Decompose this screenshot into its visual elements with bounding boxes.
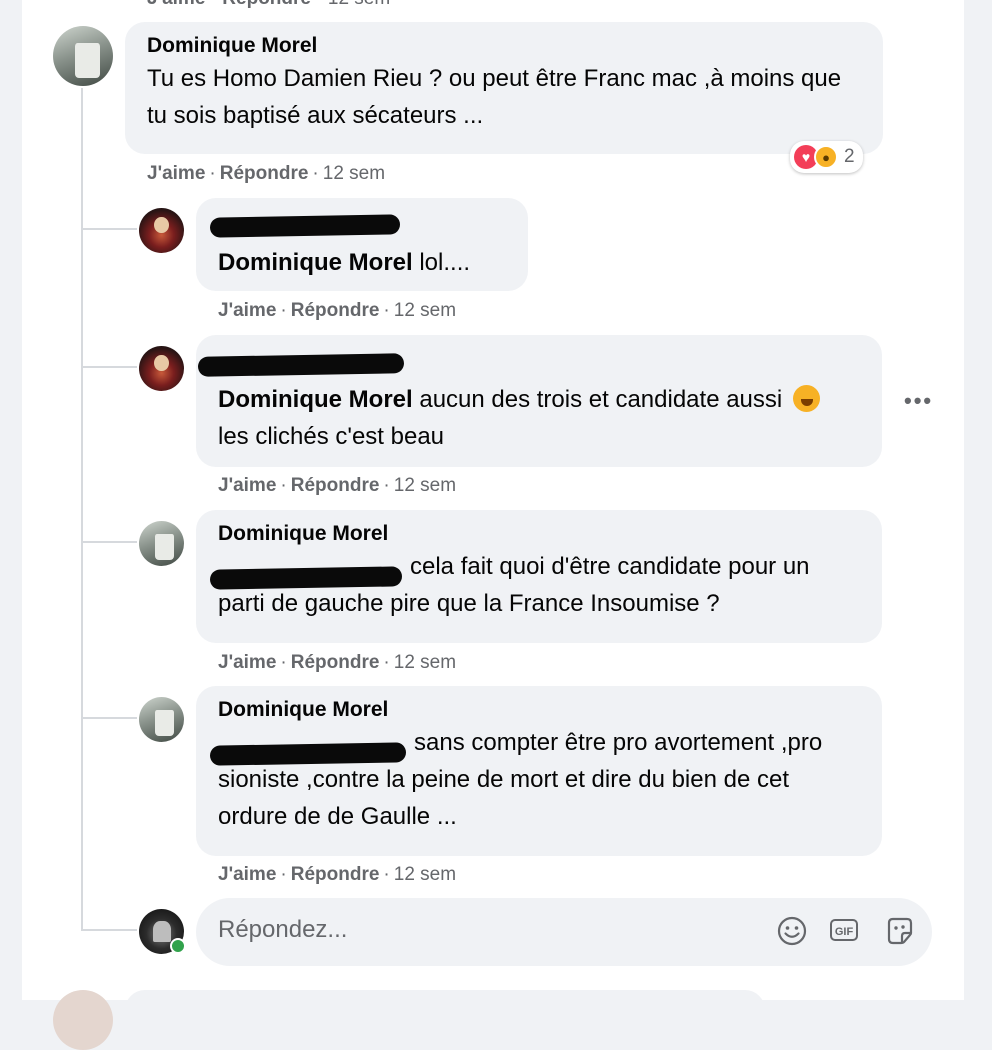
reply-bubble: Dominique Morel cela fait quoi d'être ca… — [196, 510, 882, 643]
timestamp: 12 sem — [393, 652, 457, 673]
reply-author[interactable]: Dominique Morel — [218, 696, 860, 724]
avatar[interactable] — [139, 208, 184, 253]
mention-link[interactable]: Dominique Morel — [218, 386, 413, 413]
reply-actions: J'aime · Répondre · 12 sem — [218, 652, 457, 673]
reply-link[interactable]: Répondre — [222, 0, 311, 9]
avatar[interactable] — [139, 697, 184, 742]
redacted-author-name — [197, 353, 405, 377]
reply-link[interactable]: Répondre — [291, 300, 380, 321]
gif-icon[interactable]: GIF — [830, 915, 862, 947]
reply-author[interactable]: Dominique Morel — [218, 520, 860, 548]
reply-bubble: Dominique Morel lol.... — [196, 198, 528, 291]
like-link[interactable]: J'aime — [218, 475, 276, 496]
like-link[interactable]: J'aime — [218, 864, 276, 885]
reply-link[interactable]: Répondre — [291, 864, 380, 885]
thread-line-branch — [81, 717, 137, 719]
like-link[interactable]: J'aime — [147, 163, 205, 184]
reply-message-end: les clichés c'est beau — [218, 423, 445, 450]
sticker-icon[interactable] — [884, 915, 916, 947]
reply-link[interactable]: Répondre — [220, 163, 309, 184]
avatar[interactable] — [139, 346, 184, 391]
timestamp: 12 sem — [393, 300, 457, 321]
reply-bubble: Dominique Morel sans compter être pro av… — [196, 686, 882, 856]
next-comment-bubble — [125, 990, 765, 1030]
mention-link[interactable]: Dominique Morel — [218, 249, 413, 276]
timestamp: 12 sem — [328, 0, 390, 9]
reaction-count: 2 — [844, 146, 855, 167]
reply-text: sans compter être pro avortement ,pro si… — [218, 724, 860, 835]
comment-text: Tu es Homo Damien Rieu ? ou peut être Fr… — [147, 65, 842, 129]
reply-input-placeholder: Répondez... — [218, 916, 348, 943]
comment-author[interactable]: Dominique Morel — [147, 32, 861, 60]
like-link[interactable]: J'aime — [218, 300, 276, 321]
online-status-indicator — [170, 938, 186, 954]
reply-link[interactable]: Répondre — [291, 652, 380, 673]
reply-message: lol.... — [419, 249, 471, 276]
reply-actions: J'aime · Répondre · 12 sem — [218, 475, 457, 496]
timestamp: 12 sem — [393, 864, 457, 885]
thread-line-branch — [81, 366, 137, 368]
thread-line-vertical — [81, 88, 83, 930]
timestamp: 12 sem — [393, 475, 457, 496]
avatar[interactable] — [139, 521, 184, 566]
redacted-mention — [209, 742, 407, 766]
thread-line-branch — [81, 929, 137, 931]
gif-label: GIF — [830, 919, 858, 941]
like-link[interactable]: J'aime — [218, 652, 276, 673]
more-options-icon[interactable]: ••• — [904, 388, 933, 414]
emoji-icon[interactable] — [776, 915, 808, 947]
reply-bubble: Dominique Morel aucun des trois et candi… — [196, 335, 882, 467]
like-link[interactable]: J'aime — [147, 0, 205, 9]
reply-link[interactable]: Répondre — [291, 475, 380, 496]
comment-actions: J'aime · Répondre · 12 sem — [147, 163, 386, 184]
reply-input[interactable]: Répondez... GIF — [196, 898, 932, 966]
redacted-author-name — [209, 214, 401, 238]
comment-bubble: Dominique Morel Tu es Homo Damien Rieu ?… — [125, 22, 883, 154]
laughing-emoji-icon — [792, 385, 820, 412]
wow-reaction-icon: ● — [814, 145, 838, 169]
reply-actions: J'aime · Répondre · 12 sem — [218, 864, 457, 885]
thread-line-branch — [81, 228, 137, 230]
thread-line-branch — [81, 541, 137, 543]
previous-comment-meta: J'aime · Répondre · 12 sem — [147, 0, 390, 10]
avatar[interactable] — [53, 26, 113, 86]
reply-text: Dominique Morel lol.... — [218, 244, 506, 281]
timestamp: 12 sem — [322, 163, 386, 184]
reply-actions: J'aime · Répondre · 12 sem — [218, 300, 457, 321]
redacted-mention — [209, 566, 403, 590]
next-comment-avatar[interactable] — [53, 990, 113, 1050]
reaction-summary[interactable]: ♥ ● 2 — [790, 141, 863, 173]
reply-message: aucun des trois et candidate aussi — [419, 386, 783, 413]
reply-text: Dominique Morel aucun des trois et candi… — [218, 381, 860, 455]
